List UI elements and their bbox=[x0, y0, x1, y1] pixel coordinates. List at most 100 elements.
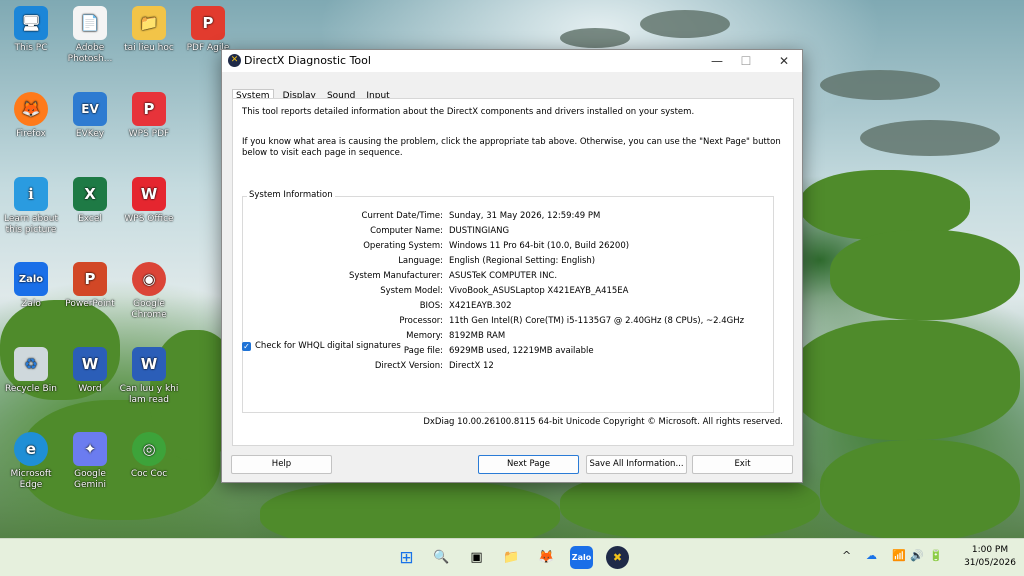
desktop-icon-gemini[interactable]: ✦ Google Gemini bbox=[59, 432, 121, 491]
desktop-icon-this-pc[interactable]: 🖥 This PC bbox=[0, 6, 62, 54]
taskbar: ⊞ 🔍 ▣ 📁 🦊 Zalo ✖ ^ ☁ 📶 🔊 🔋 1:00 PM 31/05… bbox=[0, 538, 1024, 576]
coc-coc-icon: ◎ bbox=[132, 432, 166, 466]
wallpaper-rock bbox=[860, 120, 1000, 156]
wallpaper-moss bbox=[830, 230, 1020, 320]
volume-icon[interactable]: 🔊 bbox=[910, 549, 924, 562]
wallpaper-rock bbox=[640, 10, 730, 38]
desktop-icon-label: Firefox bbox=[16, 129, 46, 139]
desktop-icon-learn-about[interactable]: ℹ Learn about this picture bbox=[0, 177, 62, 236]
desktop-icon-adobe-photoshop[interactable]: 📄 Adobe Photosh... bbox=[59, 6, 121, 65]
desktop-icon-powerpoint[interactable]: P PowerPoint bbox=[59, 262, 121, 310]
info-row: Language: English (Regional Setting: Engl… bbox=[243, 256, 773, 270]
info-row: System Manufacturer: ASUSTeK COMPUTER INC… bbox=[243, 271, 773, 285]
info-row: Current Date/Time: Sunday, 31 May 2026, 1… bbox=[243, 211, 773, 225]
tab-strip: System Display Sound Input bbox=[232, 83, 394, 102]
file-explorer-icon[interactable]: 📁 bbox=[500, 546, 523, 569]
wallpaper-moss bbox=[820, 440, 1020, 538]
info-value: VivoBook_ASUSLaptop X421EAYB_A415EA bbox=[449, 286, 629, 296]
info-value: Sunday, 31 May 2026, 12:59:49 PM bbox=[449, 211, 601, 221]
desktop-icon-label: Word bbox=[78, 384, 102, 394]
whql-checkbox-label[interactable]: Check for WHQL digital signatures bbox=[255, 341, 401, 351]
edge-icon: e bbox=[14, 432, 48, 466]
desktop-icon-label: Google Chrome bbox=[131, 299, 167, 320]
desktop-icon-can-luu-y[interactable]: W Can luu y khi lam read bbox=[118, 347, 180, 406]
next-page-button[interactable]: Next Page bbox=[478, 455, 579, 474]
desktop-icon-evkey[interactable]: EV EVKey bbox=[59, 92, 121, 140]
clock[interactable]: 1:00 PM 31/05/2026 bbox=[958, 544, 1022, 570]
desktop-icon-label: EVKey bbox=[75, 129, 105, 139]
chrome-icon: ◉ bbox=[132, 262, 166, 296]
info-value: 8192MB RAM bbox=[449, 331, 506, 341]
info-label: BIOS: bbox=[419, 301, 443, 311]
wallpaper-moss bbox=[790, 320, 1020, 440]
start-icon[interactable]: ⊞ bbox=[395, 546, 418, 569]
info-value: DirectX 12 bbox=[449, 361, 494, 371]
desktop-icon-wps-pdf[interactable]: P WPS PDF bbox=[118, 92, 180, 140]
battery-icon[interactable]: 🔋 bbox=[929, 549, 943, 562]
intro-text: This tool reports detailed information a… bbox=[242, 107, 695, 117]
excel-icon: X bbox=[73, 177, 107, 211]
desktop-icon-label: Recycle Bin bbox=[5, 384, 57, 394]
desktop-icon-coc-coc[interactable]: ◎ Coc Coc bbox=[118, 432, 180, 480]
desktop-icon-label: WPS PDF bbox=[128, 129, 170, 139]
info-label: Computer Name: bbox=[370, 226, 443, 236]
wifi-icon[interactable]: 📶 bbox=[892, 549, 906, 562]
firefox-taskbar-icon[interactable]: 🦊 bbox=[535, 546, 558, 569]
desktop-icon-label: Adobe Photosh... bbox=[67, 43, 113, 64]
info-value: English (Regional Setting: English) bbox=[449, 256, 596, 266]
desktop-icon-google-chrome[interactable]: ◉ Google Chrome bbox=[118, 262, 180, 321]
wallpaper-rock bbox=[820, 70, 940, 100]
desktop-icon-tai-lieu-hoc[interactable]: 📁 tai lieu hoc bbox=[118, 6, 180, 54]
info-row: BIOS: X421EAYB.302 bbox=[243, 301, 773, 315]
info-value: X421EAYB.302 bbox=[449, 301, 512, 311]
info-value: ASUSTeK COMPUTER INC. bbox=[449, 271, 558, 281]
system-tab-panel: This tool reports detailed information a… bbox=[232, 98, 794, 446]
desktop-icon-word[interactable]: W Word bbox=[59, 347, 121, 395]
exit-button[interactable]: Exit bbox=[692, 455, 793, 474]
desktop-icon-excel[interactable]: X Excel bbox=[59, 177, 121, 225]
evkey-icon: EV bbox=[73, 92, 107, 126]
task-view-icon[interactable]: ▣ bbox=[465, 546, 488, 569]
clock-time: 1:00 PM bbox=[971, 545, 1009, 555]
info-icon: ℹ bbox=[14, 177, 48, 211]
info-label: Processor: bbox=[399, 316, 443, 326]
word-document-icon: W bbox=[132, 347, 166, 381]
desktop-icon-label: Zalo bbox=[21, 299, 41, 309]
info-row: Processor: 11th Gen Intel(R) Core(TM) i5-… bbox=[243, 316, 773, 330]
desktop-icon-pdf-agile[interactable]: P PDF Agile bbox=[177, 6, 239, 54]
info-value: DUSTINGIANG bbox=[449, 226, 510, 236]
dxdiag-taskbar-icon[interactable]: ✖ bbox=[606, 546, 629, 569]
desktop-icon-recycle-bin[interactable]: ♻ Recycle Bin bbox=[0, 347, 62, 395]
maximize-button[interactable]: ☐ bbox=[729, 50, 763, 72]
directx-icon: ✕ bbox=[228, 54, 241, 67]
desktop-icon-label: WPS Office bbox=[124, 214, 174, 224]
desktop-icon-firefox[interactable]: 🦊 Firefox bbox=[0, 92, 62, 140]
document-icon: 📄 bbox=[73, 6, 107, 40]
info-value: Windows 11 Pro 64-bit (10.0, Build 26200… bbox=[449, 241, 630, 251]
title-bar[interactable]: ✕ DirectX Diagnostic Tool — ☐ ✕ bbox=[222, 50, 802, 72]
close-button[interactable]: ✕ bbox=[767, 50, 801, 72]
info-label: Memory: bbox=[406, 331, 443, 341]
firefox-icon: 🦊 bbox=[14, 92, 48, 126]
save-all-information-button[interactable]: Save All Information... bbox=[586, 455, 687, 474]
onedrive-cloud-icon[interactable]: ☁ bbox=[866, 549, 877, 562]
desktop-icon-wps-office[interactable]: W WPS Office bbox=[118, 177, 180, 225]
pdf-agile-icon: P bbox=[191, 6, 225, 40]
chevron-up-icon[interactable]: ^ bbox=[842, 549, 851, 562]
info-row: System Model: VivoBook_ASUSLaptop X421EAY… bbox=[243, 286, 773, 300]
recycle-bin-icon: ♻ bbox=[14, 347, 48, 381]
wallpaper-moss bbox=[260, 480, 560, 538]
info-value: 6929MB used, 12219MB available bbox=[449, 346, 594, 356]
desktop-icon-edge[interactable]: e Microsoft Edge bbox=[0, 432, 62, 491]
word-icon: W bbox=[73, 347, 107, 381]
info-row: Operating System: Windows 11 Pro 64-bit (… bbox=[243, 241, 773, 255]
search-icon[interactable]: 🔍 bbox=[430, 546, 453, 569]
zalo-taskbar-icon[interactable]: Zalo bbox=[570, 546, 593, 569]
desktop-icon-label: PowerPoint bbox=[65, 299, 115, 309]
whql-checkbox[interactable]: ✓ bbox=[242, 342, 251, 351]
help-button[interactable]: Help bbox=[231, 455, 332, 474]
wallpaper-rock bbox=[560, 28, 630, 48]
desktop-icon-label: Learn about this picture bbox=[4, 214, 58, 235]
desktop-icon-zalo[interactable]: Zalo Zalo bbox=[0, 262, 62, 310]
powerpoint-icon: P bbox=[73, 262, 107, 296]
